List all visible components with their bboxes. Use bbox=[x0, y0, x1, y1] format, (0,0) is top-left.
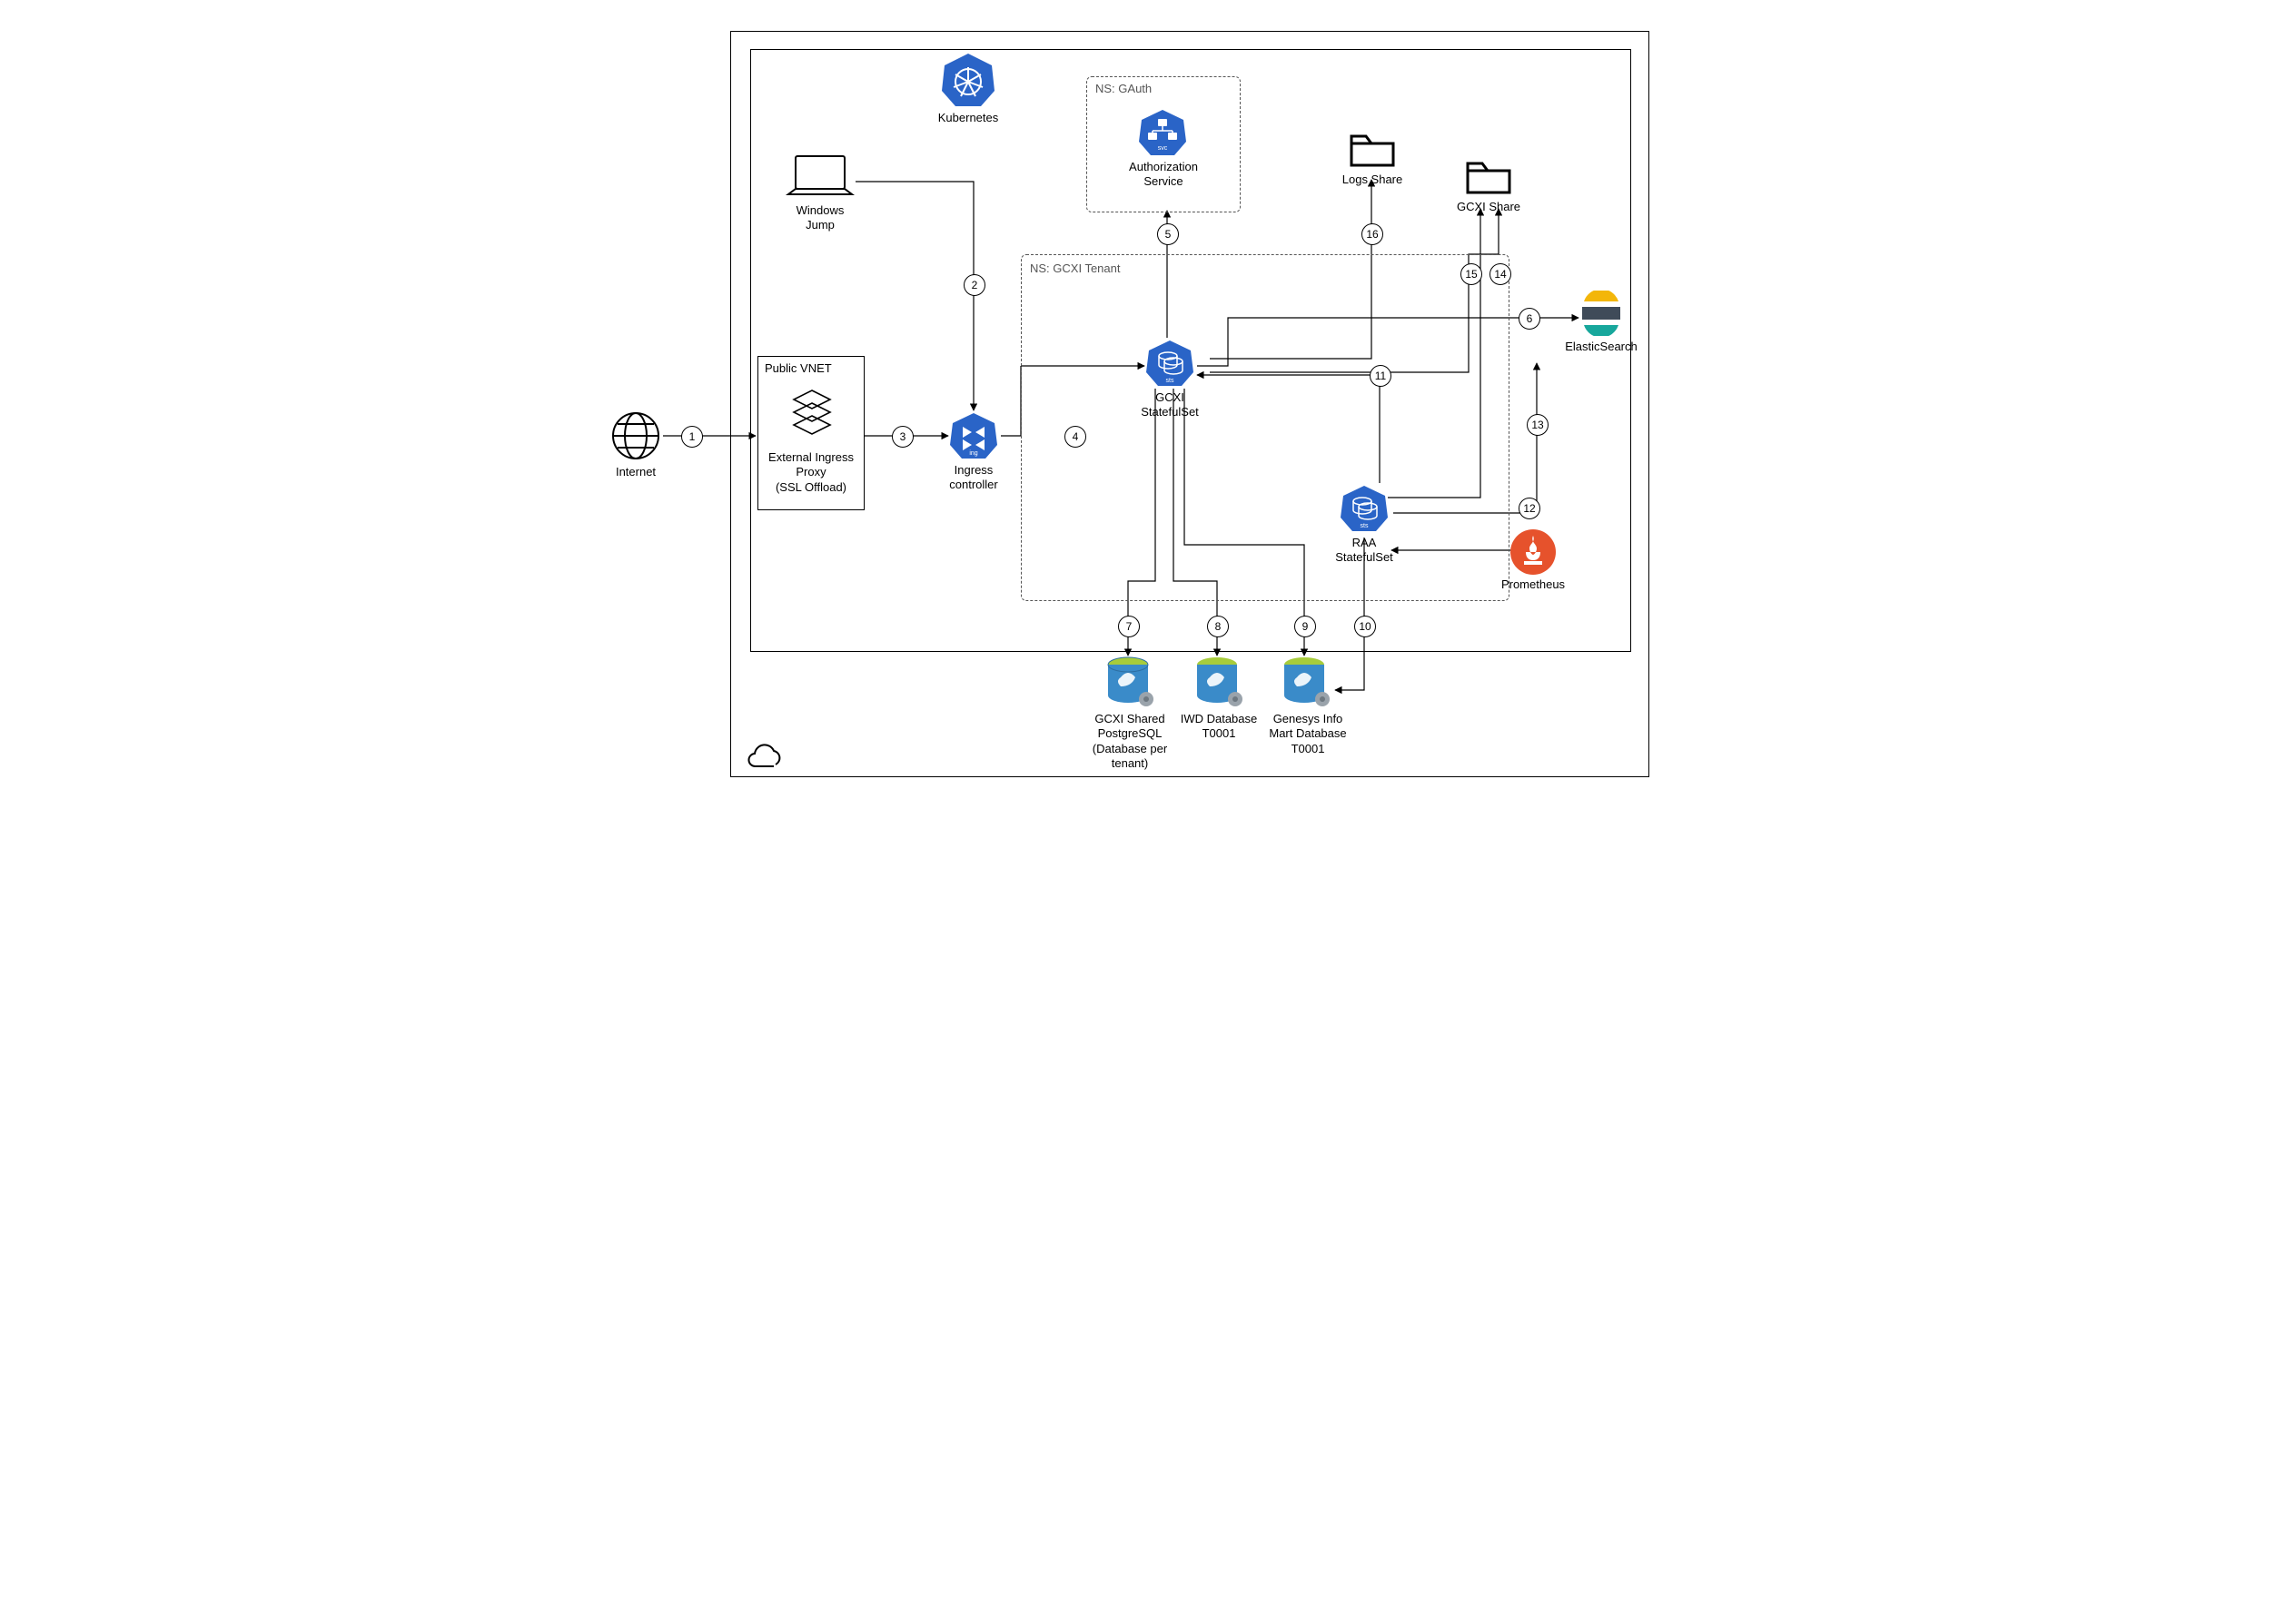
raa-sts-icon: sts bbox=[1339, 483, 1390, 538]
svg-text:ing: ing bbox=[969, 450, 977, 457]
text: T0001 bbox=[1292, 742, 1325, 755]
db-gcxi-shared-icon bbox=[1104, 656, 1155, 713]
text: T0001 bbox=[1202, 726, 1236, 740]
step-14: 14 bbox=[1489, 263, 1511, 285]
ns-gcxi-label: NS: GCXI Tenant bbox=[1030, 261, 1120, 275]
db-gim-icon bbox=[1281, 656, 1331, 713]
cloud-icon bbox=[743, 743, 785, 774]
text: Mart Database bbox=[1269, 726, 1346, 740]
step-16: 16 bbox=[1361, 223, 1383, 245]
ingress-icon: ing bbox=[948, 410, 999, 466]
text: IWD Database bbox=[1181, 712, 1258, 725]
windows-jump-label: Windows Jump bbox=[785, 203, 856, 233]
logs-share-icon bbox=[1348, 129, 1397, 173]
text: StatefulSet bbox=[1335, 550, 1393, 564]
kubernetes-label: Kubernetes bbox=[932, 111, 1004, 125]
kubernetes-icon bbox=[939, 51, 997, 113]
step-11: 11 bbox=[1370, 365, 1391, 387]
text: Jump bbox=[806, 218, 835, 232]
raa-sts-label: RAA StatefulSet bbox=[1326, 536, 1402, 566]
text: PostgreSQL bbox=[1098, 726, 1163, 740]
text: Genesys Info bbox=[1273, 712, 1343, 725]
db-gim-label: Genesys Info Mart Database T0001 bbox=[1259, 712, 1357, 756]
internet-label: Internet bbox=[601, 465, 670, 479]
auth-service-icon: svc bbox=[1137, 107, 1188, 163]
gcxi-share-label: GCXI Share bbox=[1451, 200, 1526, 214]
auth-service-label: Authorization Service bbox=[1121, 160, 1206, 190]
prometheus-icon bbox=[1509, 528, 1557, 580]
ns-gauth-label: NS: GAuth bbox=[1095, 82, 1152, 95]
prometheus-label: Prometheus bbox=[1495, 577, 1571, 592]
text: tenant) bbox=[1112, 756, 1148, 770]
step-2: 2 bbox=[964, 274, 985, 296]
svg-text:sts: sts bbox=[1166, 378, 1174, 384]
windows-jump-icon bbox=[785, 153, 856, 206]
text: (SSL Offload) bbox=[776, 480, 846, 494]
diagram-canvas: NS: GAuth NS: GCXI Tenant Public VNET bbox=[574, 0, 1722, 799]
step-7: 7 bbox=[1118, 616, 1140, 637]
text: RAA bbox=[1352, 536, 1377, 549]
text: Windows bbox=[797, 203, 845, 217]
step-10: 10 bbox=[1354, 616, 1376, 637]
text: (Database per bbox=[1093, 742, 1167, 755]
text: controller bbox=[949, 478, 997, 491]
step-12: 12 bbox=[1519, 498, 1540, 519]
db-iwd-icon bbox=[1193, 656, 1244, 713]
text: StatefulSet bbox=[1141, 405, 1199, 419]
gcxi-sts-icon: sts bbox=[1144, 338, 1195, 393]
logs-share-label: Logs Share bbox=[1335, 173, 1410, 187]
text: GCXI bbox=[1155, 390, 1184, 404]
elastic-label: ElasticSearch bbox=[1559, 340, 1644, 354]
text: Proxy bbox=[796, 465, 826, 478]
text: Service bbox=[1143, 174, 1183, 188]
step-5: 5 bbox=[1157, 223, 1179, 245]
step-15: 15 bbox=[1460, 263, 1482, 285]
svg-text:sts: sts bbox=[1361, 523, 1369, 529]
external-ingress-label: External Ingress Proxy (SSL Offload) bbox=[761, 450, 861, 495]
svg-text:svc: svc bbox=[1158, 145, 1168, 152]
step-1: 1 bbox=[681, 426, 703, 448]
public-vnet-title: Public VNET bbox=[765, 361, 857, 376]
text: Ingress bbox=[955, 463, 994, 477]
internet-icon bbox=[610, 410, 661, 466]
step-9: 9 bbox=[1294, 616, 1316, 637]
external-ingress-icon bbox=[790, 387, 834, 449]
step-6: 6 bbox=[1519, 308, 1540, 330]
ns-gcxi-box bbox=[1021, 254, 1509, 601]
elastic-icon bbox=[1578, 291, 1624, 340]
step-3: 3 bbox=[892, 426, 914, 448]
step-13: 13 bbox=[1527, 414, 1549, 436]
step-4: 4 bbox=[1064, 426, 1086, 448]
ingress-label: Ingress controller bbox=[939, 463, 1008, 493]
db-iwd-label: IWD Database T0001 bbox=[1173, 712, 1264, 742]
text: External Ingress bbox=[768, 450, 854, 464]
step-8: 8 bbox=[1207, 616, 1229, 637]
db-gcxi-shared-label: GCXI Shared PostgreSQL (Database per ten… bbox=[1081, 712, 1179, 771]
gcxi-sts-label: GCXI StatefulSet bbox=[1132, 390, 1208, 420]
text: GCXI Shared bbox=[1094, 712, 1164, 725]
gcxi-share-icon bbox=[1464, 156, 1513, 201]
text: Authorization bbox=[1129, 160, 1198, 173]
